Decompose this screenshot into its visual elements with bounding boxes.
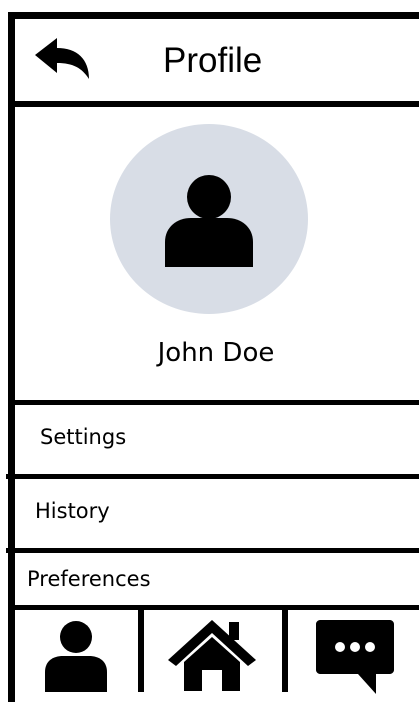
menu-item-label: History [35, 499, 110, 523]
profile-section: John Doe [15, 107, 419, 400]
avatar [110, 124, 308, 314]
header-bar: Profile [15, 19, 419, 107]
menu-item-preferences[interactable]: Preferences [15, 553, 419, 605]
back-arrow-icon [33, 38, 95, 87]
menu-item-label: Preferences [27, 567, 151, 591]
back-button[interactable] [33, 35, 95, 83]
menu-item-history[interactable]: History [15, 479, 419, 548]
menu-item-label: Settings [40, 425, 127, 449]
page-title: Profile [163, 41, 263, 80]
bottom-nav [15, 610, 419, 694]
menu-item-settings[interactable]: Settings [15, 405, 419, 474]
nav-messages-button[interactable] [288, 610, 419, 694]
nav-home-button[interactable] [144, 610, 282, 692]
user-name: John Doe [157, 338, 275, 368]
nav-profile-button[interactable] [15, 610, 138, 692]
